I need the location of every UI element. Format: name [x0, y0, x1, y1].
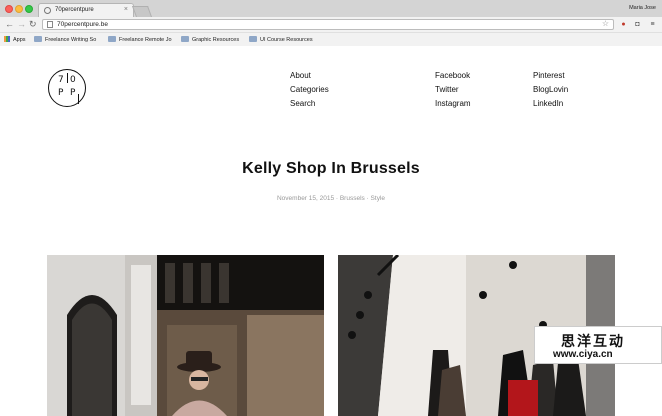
- watermark-chinese: 思洋互动: [561, 333, 625, 349]
- web-page: 7 0 P P About Categories Search Facebook…: [0, 47, 662, 416]
- logo-stroke: [67, 73, 68, 83]
- chrome-menu-icon[interactable]: ≡: [648, 20, 657, 29]
- shop-exterior-illustration: [47, 255, 324, 416]
- zoom-window-button[interactable]: [25, 5, 33, 13]
- folder-icon: [249, 36, 257, 42]
- shop-exterior-photo[interactable]: [47, 255, 324, 416]
- browser-chrome: 70percentpure × Maria Jose ← → ↻ 70perce…: [0, 0, 662, 46]
- nav-social-b: Pinterest BlogLovin LinkedIn: [533, 69, 568, 111]
- folder-icon: [181, 36, 189, 42]
- nav-primary: About Categories Search: [290, 69, 329, 111]
- logo-char: 0: [70, 75, 76, 85]
- nav-about-link[interactable]: About: [290, 69, 329, 83]
- address-bar[interactable]: 70percentpure.be ☆: [42, 19, 614, 30]
- instagram-link[interactable]: Instagram: [435, 97, 471, 111]
- twitter-link[interactable]: Twitter: [435, 83, 471, 97]
- bookmark-label: Freelance Remote Jo: [119, 37, 172, 43]
- bookmark-label: Apps: [13, 37, 26, 43]
- nav-social-a: Facebook Twitter Instagram: [435, 69, 471, 111]
- apps-icon: [4, 36, 10, 42]
- close-tab-icon[interactable]: ×: [124, 6, 128, 13]
- minimize-window-button[interactable]: [15, 5, 23, 13]
- site-logo[interactable]: 7 0 P P: [48, 69, 86, 107]
- profile-name[interactable]: Maria Jose: [629, 5, 656, 11]
- post-title: Kelly Shop In Brussels: [242, 160, 420, 177]
- facebook-link[interactable]: Facebook: [435, 69, 471, 83]
- bookmark-graphic-resources[interactable]: Graphic Resources: [181, 36, 247, 43]
- bookmark-label: Freelance Writing So: [45, 37, 97, 43]
- bookmark-freelance-writing[interactable]: Freelance Writing So: [34, 36, 102, 43]
- globe-icon: [44, 7, 51, 14]
- reload-icon[interactable]: ↻: [29, 19, 37, 29]
- page-icon: [47, 21, 53, 28]
- close-window-button[interactable]: [5, 5, 13, 13]
- bookmark-ui-course[interactable]: UI Course Resources: [249, 36, 321, 43]
- logo-stroke: [78, 94, 79, 104]
- browser-tab[interactable]: 70percentpure ×: [38, 3, 134, 17]
- watermark: 思洋互动 www.ciya.cn: [534, 326, 662, 364]
- back-arrow-icon[interactable]: ←: [5, 19, 14, 29]
- folder-icon: [108, 36, 116, 42]
- nav-categories-link[interactable]: Categories: [290, 83, 329, 97]
- logo-char: P: [58, 88, 64, 98]
- new-tab-button[interactable]: [131, 6, 153, 17]
- folder-icon: [34, 36, 42, 42]
- tab-strip: 70percentpure × Maria Jose: [0, 0, 662, 17]
- linkedin-link[interactable]: LinkedIn: [533, 97, 568, 111]
- bookmark-freelance-remote[interactable]: Freelance Remote Jo: [108, 36, 176, 43]
- url-text: 70percentpure.be: [57, 21, 108, 28]
- extension-red-icon[interactable]: ●: [619, 20, 628, 29]
- bookmark-label: Graphic Resources: [192, 37, 240, 43]
- nav-search-link[interactable]: Search: [290, 97, 329, 111]
- bookmarks-bar: Apps Freelance Writing So Freelance Remo…: [0, 32, 662, 46]
- bookmark-label: UI Course Resources: [260, 37, 313, 43]
- forward-arrow-icon[interactable]: →: [17, 19, 26, 29]
- bookmark-apps[interactable]: Apps: [4, 36, 32, 43]
- tab-title: 70percentpure: [55, 7, 94, 13]
- bloglovin-link[interactable]: BlogLovin: [533, 83, 568, 97]
- pocket-icon[interactable]: ◘: [633, 20, 642, 29]
- pinterest-link[interactable]: Pinterest: [533, 69, 568, 83]
- bookmark-star-icon[interactable]: ☆: [602, 19, 609, 28]
- watermark-url: www.ciya.cn: [553, 349, 613, 360]
- browser-toolbar: ← → ↻ 70percentpure.be ☆ ● ◘ ≡: [0, 17, 662, 32]
- logo-char: P: [70, 88, 76, 98]
- post-meta: November 15, 2015 · Brussels · Style: [276, 195, 386, 202]
- logo-char: 7: [58, 75, 64, 85]
